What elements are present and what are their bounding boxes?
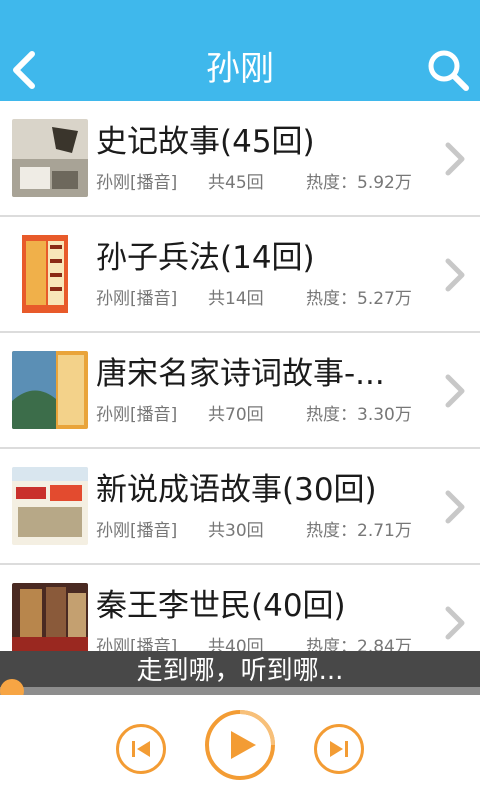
album-narrator: 孙刚[播音] bbox=[96, 637, 178, 651]
play-button[interactable] bbox=[204, 709, 276, 781]
album-row[interactable]: 秦王李世民(40回) 孙刚[播音] 共40回 热度：2.84万 bbox=[0, 565, 480, 651]
play-icon bbox=[205, 710, 275, 780]
skip-next-icon bbox=[330, 741, 348, 757]
album-narrator: 孙刚[播音] bbox=[96, 173, 178, 193]
album-title: 新说成语故事(30回) bbox=[96, 472, 377, 508]
album-row[interactable]: 唐宋名家诗词故事-... 孙刚[播音] 共70回 热度：3.30万 bbox=[0, 333, 480, 449]
album-episodes: 共70回 bbox=[208, 405, 264, 425]
album-title: 唐宋名家诗词故事-... bbox=[96, 356, 385, 392]
album-narrator: 孙刚[播音] bbox=[96, 405, 178, 425]
album-list: 史记故事(45回) 孙刚[播音] 共45回 热度：5.92万 孙子兵法(14回) bbox=[0, 101, 480, 651]
album-title: 孙子兵法(14回) bbox=[96, 240, 315, 276]
album-episodes: 共14回 bbox=[208, 289, 264, 309]
album-episodes: 共40回 bbox=[208, 637, 264, 651]
player-controls bbox=[0, 695, 480, 800]
album-title: 秦王李世民(40回) bbox=[96, 588, 346, 624]
app-header: 孙刚 bbox=[0, 0, 480, 101]
previous-button[interactable] bbox=[116, 724, 166, 774]
search-icon bbox=[428, 50, 469, 91]
now-playing-banner[interactable]: 走到哪，听到哪... bbox=[0, 651, 480, 691]
album-cover bbox=[12, 235, 88, 313]
chevron-right-icon bbox=[445, 142, 465, 176]
album-narrator: 孙刚[播音] bbox=[96, 289, 178, 309]
album-popularity: 热度：2.71万 bbox=[306, 521, 412, 541]
album-episodes: 共30回 bbox=[208, 521, 264, 541]
chevron-right-icon bbox=[445, 258, 465, 292]
album-popularity: 热度：5.27万 bbox=[306, 289, 412, 309]
album-title: 史记故事(45回) bbox=[96, 124, 315, 160]
album-cover bbox=[12, 119, 88, 197]
chevron-right-icon bbox=[445, 490, 465, 524]
album-popularity: 热度：5.92万 bbox=[306, 173, 412, 193]
album-row[interactable]: 史记故事(45回) 孙刚[播音] 共45回 热度：5.92万 bbox=[0, 101, 480, 217]
album-cover bbox=[12, 583, 88, 651]
page-title: 孙刚 bbox=[206, 49, 274, 89]
album-episodes: 共45回 bbox=[208, 173, 264, 193]
album-row[interactable]: 新说成语故事(30回) 孙刚[播音] 共30回 热度：2.71万 bbox=[0, 449, 480, 565]
album-popularity: 热度：3.30万 bbox=[306, 405, 412, 425]
album-cover bbox=[12, 351, 88, 429]
next-button[interactable] bbox=[314, 724, 364, 774]
search-button[interactable] bbox=[424, 46, 472, 94]
chevron-right-icon bbox=[445, 374, 465, 408]
chevron-right-icon bbox=[445, 606, 465, 640]
album-popularity: 热度：2.84万 bbox=[306, 637, 412, 651]
album-row[interactable]: 孙子兵法(14回) 孙刚[播音] 共14回 热度：5.27万 bbox=[0, 217, 480, 333]
skip-previous-icon bbox=[132, 741, 150, 757]
progress-bar[interactable] bbox=[0, 687, 480, 695]
album-cover bbox=[12, 467, 88, 545]
album-narrator: 孙刚[播音] bbox=[96, 521, 178, 541]
